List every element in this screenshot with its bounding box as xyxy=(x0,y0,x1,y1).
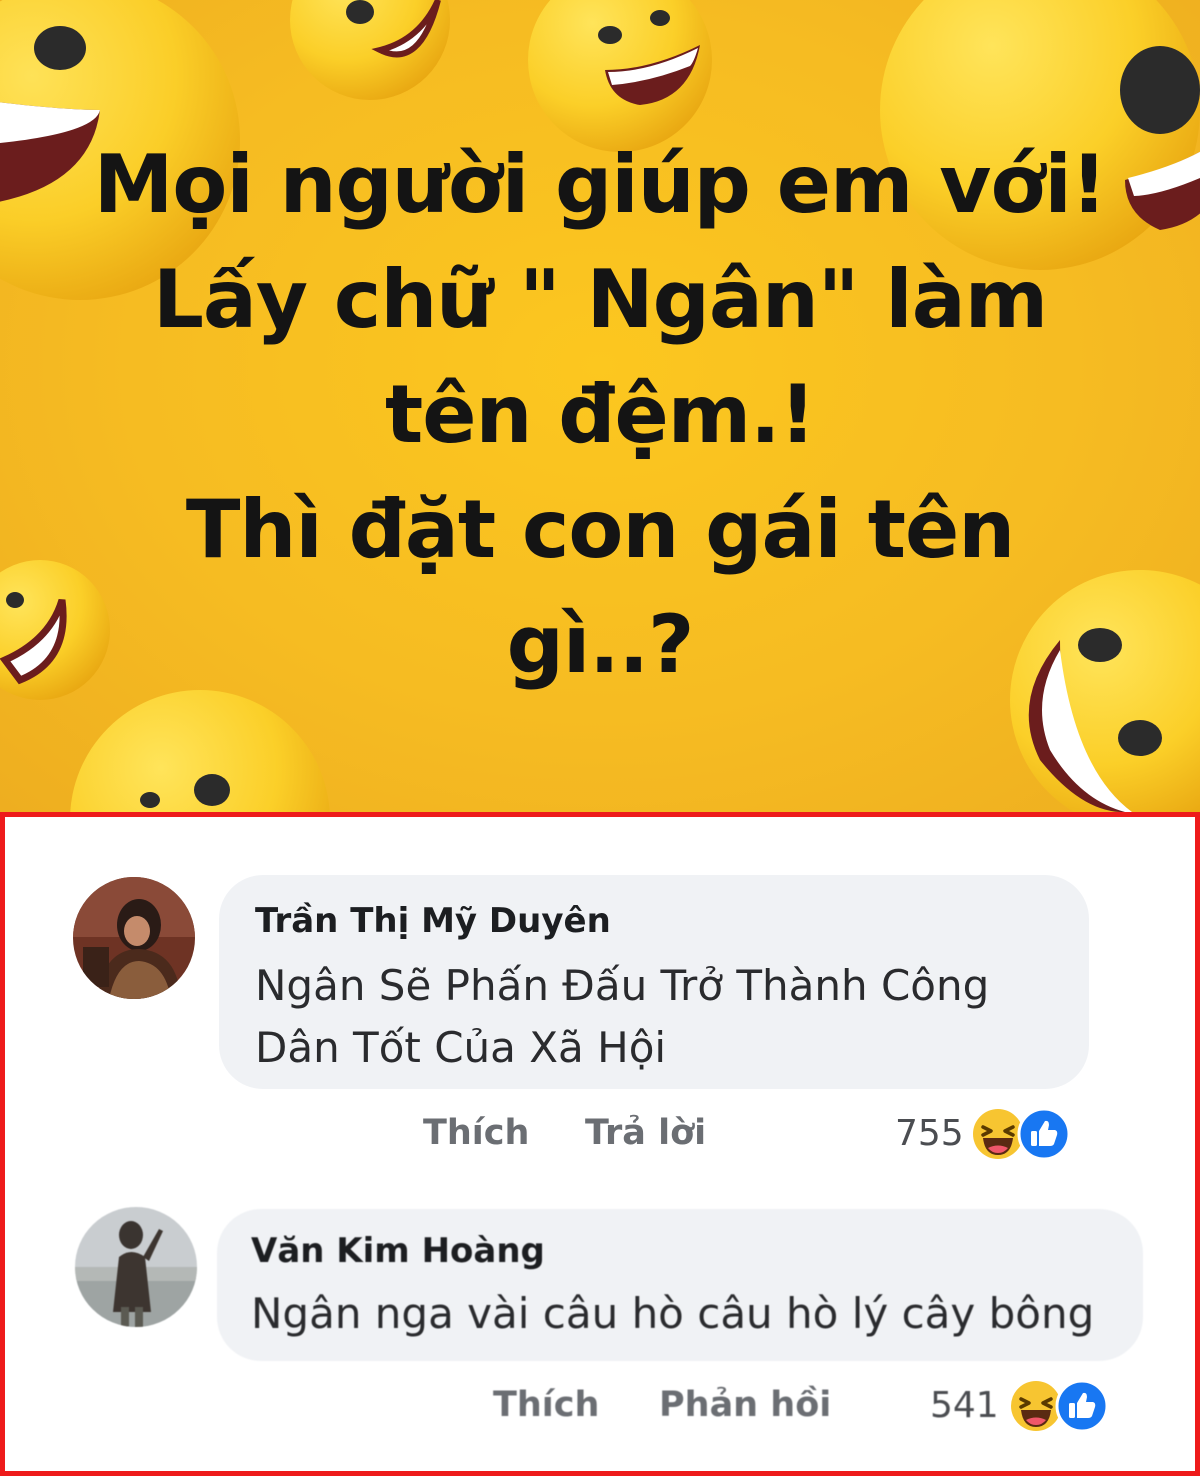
laughing-emoji-icon xyxy=(70,690,330,812)
laughing-emoji-icon xyxy=(528,0,712,152)
avatar[interactable] xyxy=(73,877,195,999)
like-icon xyxy=(1017,1107,1071,1165)
comment-text: Ngân nga vài câu hò câu hò lý cây bông xyxy=(251,1289,1095,1338)
like-button[interactable]: Thích xyxy=(423,1113,529,1153)
comment-author[interactable]: Trần Thị Mỹ Duyên xyxy=(255,901,611,941)
like-icon xyxy=(1055,1379,1109,1437)
like-button[interactable]: Thích xyxy=(493,1385,599,1425)
post-text-line: Thì đặt con gái tên xyxy=(185,483,1015,576)
post-text-line: tên đệm.! xyxy=(384,368,816,461)
post-text-line: gì..? xyxy=(506,598,695,691)
comments-section: Trần Thị Mỹ Duyên Ngân Sẽ Phấn Đấu Trở T… xyxy=(0,812,1200,1476)
reply-button[interactable]: Phản hồi xyxy=(659,1385,831,1425)
comment-text: Dân Tốt Của Xã Hội xyxy=(255,1023,667,1072)
avatar[interactable] xyxy=(75,1207,197,1327)
comment-author[interactable]: Văn Kim Hoàng xyxy=(251,1231,545,1271)
reaction-count[interactable]: 541 xyxy=(930,1385,999,1426)
reaction-count[interactable]: 755 xyxy=(895,1113,964,1154)
post-image: Mọi người giúp em với! Lấy chữ " Ngân" l… xyxy=(0,0,1200,812)
post-text-line: Mọi người giúp em với! xyxy=(93,138,1108,231)
laughing-emoji-icon xyxy=(290,0,450,100)
reply-button[interactable]: Trả lời xyxy=(585,1113,706,1153)
comment-text: Ngân Sẽ Phấn Đấu Trở Thành Công xyxy=(255,961,990,1010)
post-text-line: Lấy chữ " Ngân" làm xyxy=(152,253,1048,346)
